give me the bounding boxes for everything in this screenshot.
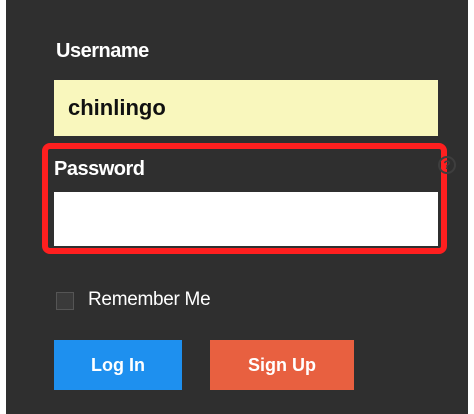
login-button[interactable]: Log In xyxy=(54,340,182,390)
question-circle-icon[interactable]: ? xyxy=(438,156,456,174)
remember-me-label[interactable]: Remember Me xyxy=(88,289,211,311)
password-input[interactable] xyxy=(54,192,438,246)
password-label: Password xyxy=(54,158,145,180)
username-label: Username xyxy=(56,40,149,62)
login-panel: Username Password ? Remember Me Log In S… xyxy=(6,0,468,414)
username-input[interactable] xyxy=(54,80,438,136)
signup-button[interactable]: Sign Up xyxy=(210,340,354,390)
remember-me-checkbox[interactable] xyxy=(56,292,74,310)
